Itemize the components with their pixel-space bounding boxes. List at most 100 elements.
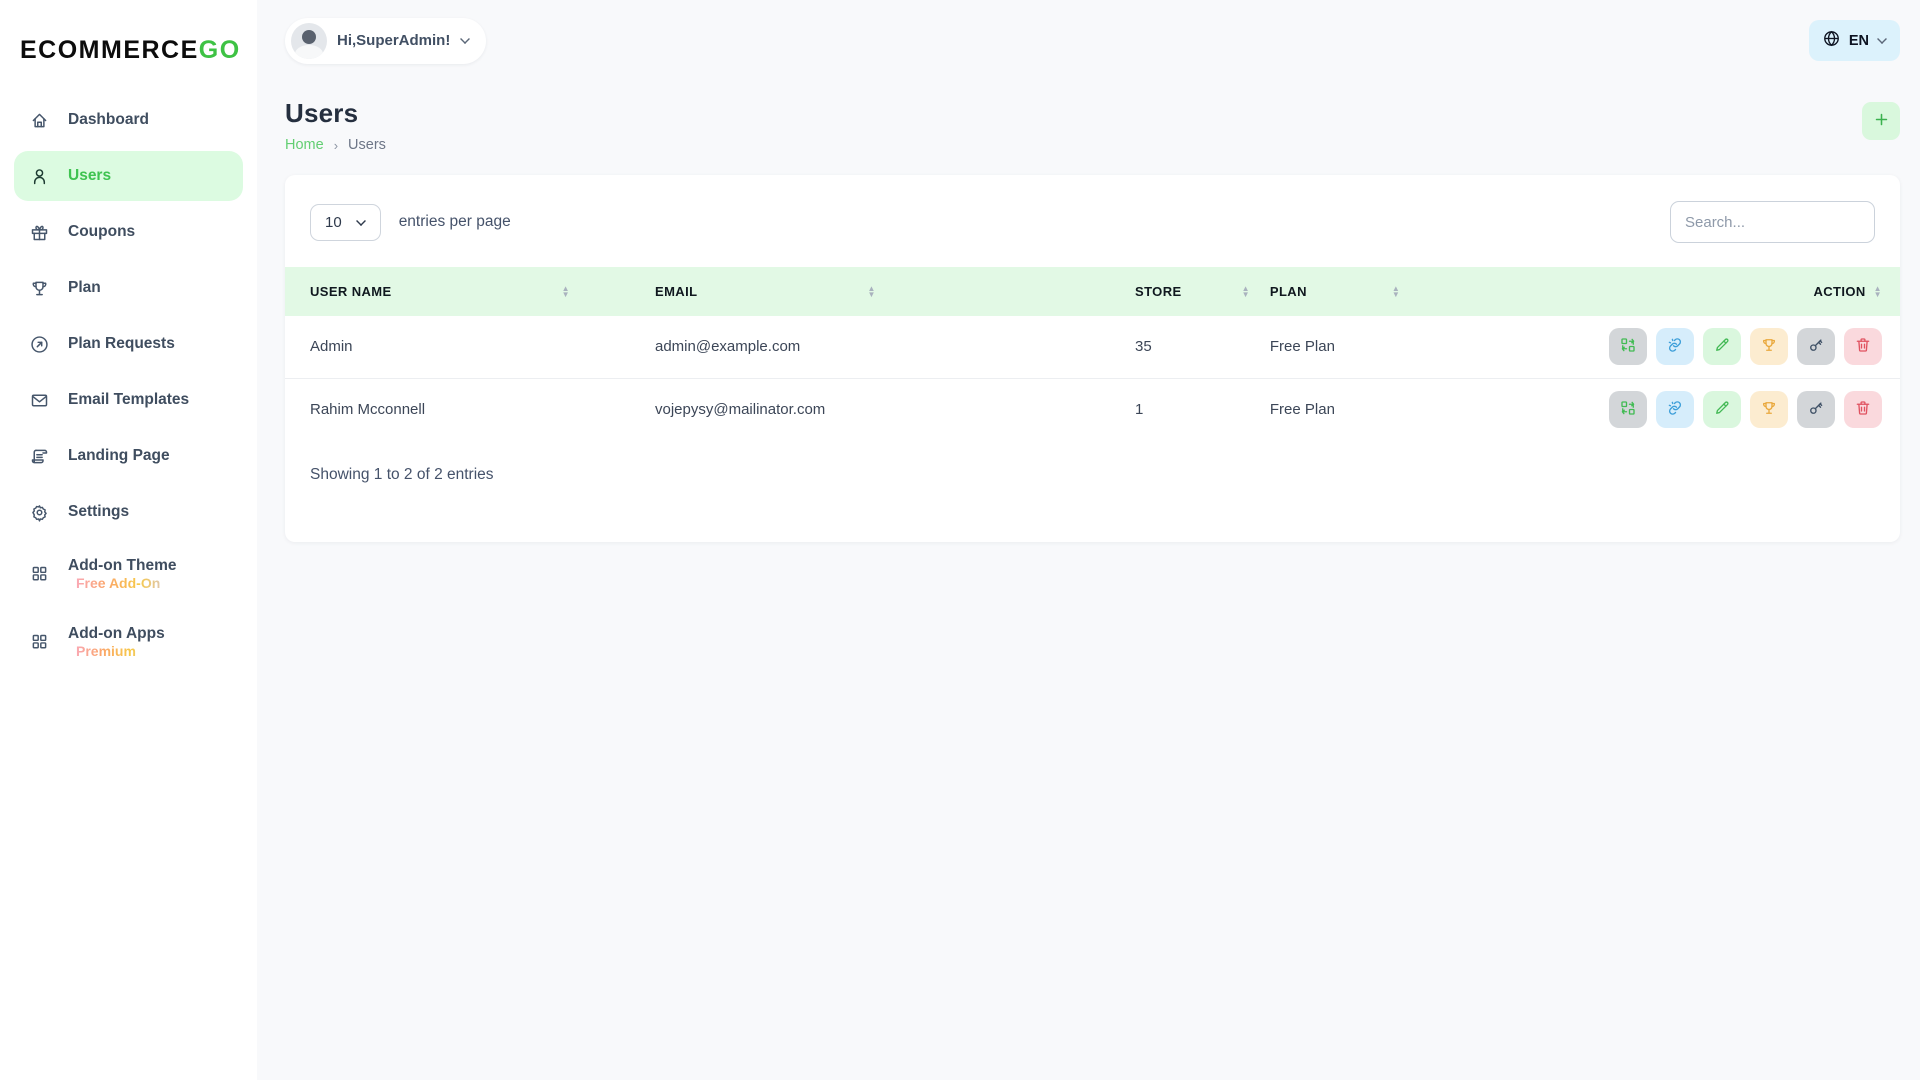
key-icon <box>1807 399 1825 420</box>
chevron-down-icon <box>356 216 366 226</box>
reset-password-button[interactable] <box>1797 328 1835 365</box>
sidebar-item-label: Settings <box>68 503 129 521</box>
table-entries-summary: Showing 1 to 2 of 2 entries <box>285 440 1900 484</box>
sidebar-item-label: Landing Page <box>68 447 170 465</box>
copy-link-button[interactable] <box>1656 391 1694 428</box>
cell-email: vojepysy@mailinator.com <box>645 378 1125 440</box>
sort-icon: ▲▼ <box>1874 286 1882 298</box>
cell-store: 1 <box>1125 378 1260 440</box>
addon-badge-free: Free Add-On <box>68 575 177 593</box>
user-greeting: Hi,SuperAdmin! <box>337 32 450 49</box>
trash-icon <box>1854 399 1872 420</box>
cell-store: 35 <box>1125 316 1260 378</box>
trophy-icon <box>1760 336 1778 357</box>
pencil-icon <box>1713 399 1731 420</box>
cell-user-name: Admin <box>285 316 645 378</box>
avatar <box>291 23 327 59</box>
entries-per-page-label: entries per page <box>399 213 511 231</box>
edit-button[interactable] <box>1703 391 1741 428</box>
table-row: Rahim Mcconnell vojepysy@mailinator.com … <box>285 378 1900 440</box>
cell-email: admin@example.com <box>645 316 1125 378</box>
gear-icon <box>28 501 50 523</box>
sidebar-item-coupons[interactable]: Coupons <box>14 207 243 257</box>
sidebar-item-label: Plan Requests <box>68 335 175 353</box>
reset-password-button[interactable] <box>1797 391 1835 428</box>
sidebar: ECOMMERCEGO Dashboard Users Coupons Plan… <box>0 0 257 1080</box>
topbar: Hi,SuperAdmin! EN <box>285 0 1900 70</box>
login-as-user-button[interactable] <box>1609 328 1647 365</box>
trash-icon <box>1854 336 1872 357</box>
users-table: User Name▲▼ Email▲▼ Store▲▼ Plan▲▼ Actio… <box>285 267 1900 440</box>
delete-button[interactable] <box>1844 328 1882 365</box>
plus-icon <box>1873 111 1890 131</box>
breadcrumb-home-link[interactable]: Home <box>285 137 324 153</box>
link-icon <box>1666 336 1684 357</box>
main-content: Hi,SuperAdmin! EN Users Home › Users <box>257 0 1920 1080</box>
sidebar-item-label: Email Templates <box>68 391 189 409</box>
row-actions <box>1609 391 1882 428</box>
entries-per-page-value: 10 <box>325 214 342 231</box>
column-header-plan[interactable]: Plan▲▼ <box>1260 267 1473 316</box>
column-header-email[interactable]: Email▲▼ <box>645 267 1125 316</box>
add-user-button[interactable] <box>1862 102 1900 140</box>
sort-icon: ▲▼ <box>562 286 570 298</box>
home-icon <box>28 109 50 131</box>
grid-icon <box>28 631 50 653</box>
users-table-card: 10 entries per page User Name▲▼ Email▲▼ … <box>285 175 1900 542</box>
row-actions <box>1609 328 1882 365</box>
sidebar-item-email-templates[interactable]: Email Templates <box>14 375 243 425</box>
sort-icon: ▲▼ <box>1242 286 1250 298</box>
user-menu[interactable]: Hi,SuperAdmin! <box>285 18 486 64</box>
table-controls: 10 entries per page <box>285 175 1900 267</box>
chevron-down-icon <box>460 34 470 44</box>
addon-badge-premium: Premium <box>68 643 165 661</box>
delete-button[interactable] <box>1844 391 1882 428</box>
key-icon <box>1807 336 1825 357</box>
brand-logo: ECOMMERCEGO <box>14 28 243 95</box>
breadcrumb-separator-icon: › <box>334 138 338 153</box>
entries-per-page-select[interactable]: 10 <box>310 204 381 241</box>
sidebar-item-label: Users <box>68 167 111 185</box>
scroll-icon <box>28 445 50 467</box>
mail-icon <box>28 389 50 411</box>
sidebar-item-users[interactable]: Users <box>14 151 243 201</box>
brand-name: ECOMMERCE <box>20 36 199 64</box>
page-title: Users <box>285 98 386 129</box>
sidebar-item-label: Dashboard <box>68 111 149 129</box>
gift-icon <box>28 221 50 243</box>
sidebar-item-dashboard[interactable]: Dashboard <box>14 95 243 145</box>
sidebar-item-addon-apps[interactable]: Add-on Apps Premium <box>14 611 243 673</box>
trophy-icon <box>1760 399 1778 420</box>
page-header: Users Home › Users <box>285 98 1900 153</box>
sort-icon: ▲▼ <box>867 286 875 298</box>
column-header-user-name[interactable]: User Name▲▼ <box>285 267 645 316</box>
copy-link-button[interactable] <box>1656 328 1694 365</box>
switch-icon <box>1619 399 1637 420</box>
upgrade-plan-button[interactable] <box>1750 328 1788 365</box>
sidebar-item-settings[interactable]: Settings <box>14 487 243 537</box>
sidebar-item-label: Add-on Theme <box>68 556 177 575</box>
breadcrumb-current: Users <box>348 137 386 153</box>
sidebar-item-plan[interactable]: Plan <box>14 263 243 313</box>
trophy-icon <box>28 277 50 299</box>
column-header-action[interactable]: Action▲▼ <box>1473 267 1900 316</box>
brand-name-suffix: GO <box>199 36 241 64</box>
breadcrumb: Home › Users <box>285 137 386 153</box>
search-input[interactable] <box>1670 201 1875 243</box>
login-as-user-button[interactable] <box>1609 391 1647 428</box>
pencil-icon <box>1713 336 1731 357</box>
arrow-up-right-circle-icon <box>28 333 50 355</box>
chevron-down-icon <box>1877 34 1887 44</box>
sidebar-item-plan-requests[interactable]: Plan Requests <box>14 319 243 369</box>
sidebar-item-label: Coupons <box>68 223 135 241</box>
edit-button[interactable] <box>1703 328 1741 365</box>
sidebar-item-landing-page[interactable]: Landing Page <box>14 431 243 481</box>
globe-icon <box>1822 29 1841 52</box>
sidebar-item-addon-theme[interactable]: Add-on Theme Free Add-On <box>14 543 243 605</box>
column-header-store[interactable]: Store▲▼ <box>1125 267 1260 316</box>
user-icon <box>28 165 50 187</box>
table-row: Admin admin@example.com 35 Free Plan <box>285 316 1900 378</box>
upgrade-plan-button[interactable] <box>1750 391 1788 428</box>
sidebar-item-label: Add-on Apps <box>68 624 165 643</box>
language-selector[interactable]: EN <box>1809 20 1900 61</box>
